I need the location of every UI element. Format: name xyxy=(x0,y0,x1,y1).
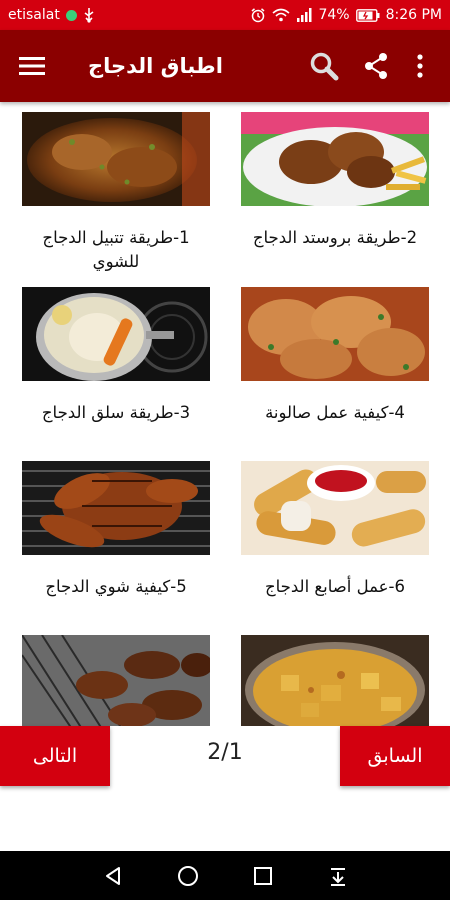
carrier-label: etisalat xyxy=(8,7,60,23)
clock: 8:26 PM xyxy=(385,7,442,23)
recipe-title: 3-طريقة سلق الدجاج xyxy=(41,403,191,422)
notification-pull-button[interactable] xyxy=(318,856,358,896)
recipe-card-3[interactable]: 3-طريقة سلق الدجاج xyxy=(22,287,210,425)
back-button[interactable] xyxy=(93,856,133,896)
home-circle-icon xyxy=(177,865,198,886)
bbq-chicken-image xyxy=(22,635,210,726)
alarm-icon xyxy=(250,7,266,23)
recipe-card-1[interactable]: 1-طريقة تتبيل الدجاج للشوي xyxy=(22,112,210,274)
grilled-chicken-image xyxy=(22,461,210,555)
recipe-card-2[interactable]: 2-طريقة بروستد الدجاج xyxy=(241,112,429,250)
page-title: اطباق الدجاج xyxy=(88,54,223,78)
search-icon xyxy=(310,52,339,81)
pagination-bar: التالى 2/1 السابق xyxy=(0,726,450,786)
recents-square-icon xyxy=(253,866,272,885)
more-vertical-icon xyxy=(417,54,423,78)
overflow-menu-button[interactable] xyxy=(402,40,438,92)
potato-curry-image xyxy=(241,635,429,726)
recipe-card-8[interactable] xyxy=(241,635,429,726)
share-button[interactable] xyxy=(350,40,402,92)
pull-down-icon xyxy=(330,867,345,886)
search-button[interactable] xyxy=(298,40,350,92)
recipe-title: 6-عمل أصابع الدجاج xyxy=(265,577,405,596)
recipe-card-6[interactable]: 6-عمل أصابع الدجاج xyxy=(241,461,429,599)
hamburger-menu-button[interactable] xyxy=(12,40,52,92)
previous-page-button[interactable]: السابق xyxy=(340,726,450,786)
back-triangle-icon xyxy=(105,866,120,885)
chicken-fingers-image xyxy=(241,461,429,555)
status-bar: etisalat 74% 8:26 PM xyxy=(0,0,450,30)
wifi-icon xyxy=(272,8,290,22)
share-icon xyxy=(365,53,387,79)
battery-icon xyxy=(355,8,380,22)
home-button[interactable] xyxy=(168,856,208,896)
recipe-title: 1-طريقة تتبيل الدجاج للشوي xyxy=(42,228,190,271)
recipe-card-4[interactable]: 4-كيفية عمل صالونة xyxy=(241,287,429,425)
chicken-salona-image xyxy=(241,287,429,381)
recipe-card-7[interactable] xyxy=(22,635,210,726)
recipe-card-5[interactable]: 5-كيفية شوي الدجاج xyxy=(22,461,210,599)
signal-icon xyxy=(296,8,312,22)
screen: etisalat 74% 8:26 PM اطباق الدجاج 1-طريق… xyxy=(0,0,450,900)
recipe-title: 5-كيفية شوي الدجاج xyxy=(45,577,187,596)
recents-button[interactable] xyxy=(243,856,283,896)
boiled-chicken-image xyxy=(22,287,210,381)
system-nav-bar xyxy=(0,851,450,900)
usb-icon xyxy=(83,7,95,23)
app-bar: اطباق الدجاج xyxy=(0,30,450,102)
battery-percent: 74% xyxy=(318,7,350,23)
notification-dot-icon xyxy=(65,9,77,21)
recipe-title: 2-طريقة بروستد الدجاج xyxy=(252,228,418,247)
hamburger-icon xyxy=(19,57,45,75)
recipe-title: 4-كيفية عمل صالونة xyxy=(265,403,405,422)
recipe-grid: 1-طريقة تتبيل الدجاج للشوي 2-طريقة بروست… xyxy=(0,102,450,726)
marinated-chicken-image xyxy=(22,112,210,206)
broasted-chicken-image xyxy=(241,112,429,206)
